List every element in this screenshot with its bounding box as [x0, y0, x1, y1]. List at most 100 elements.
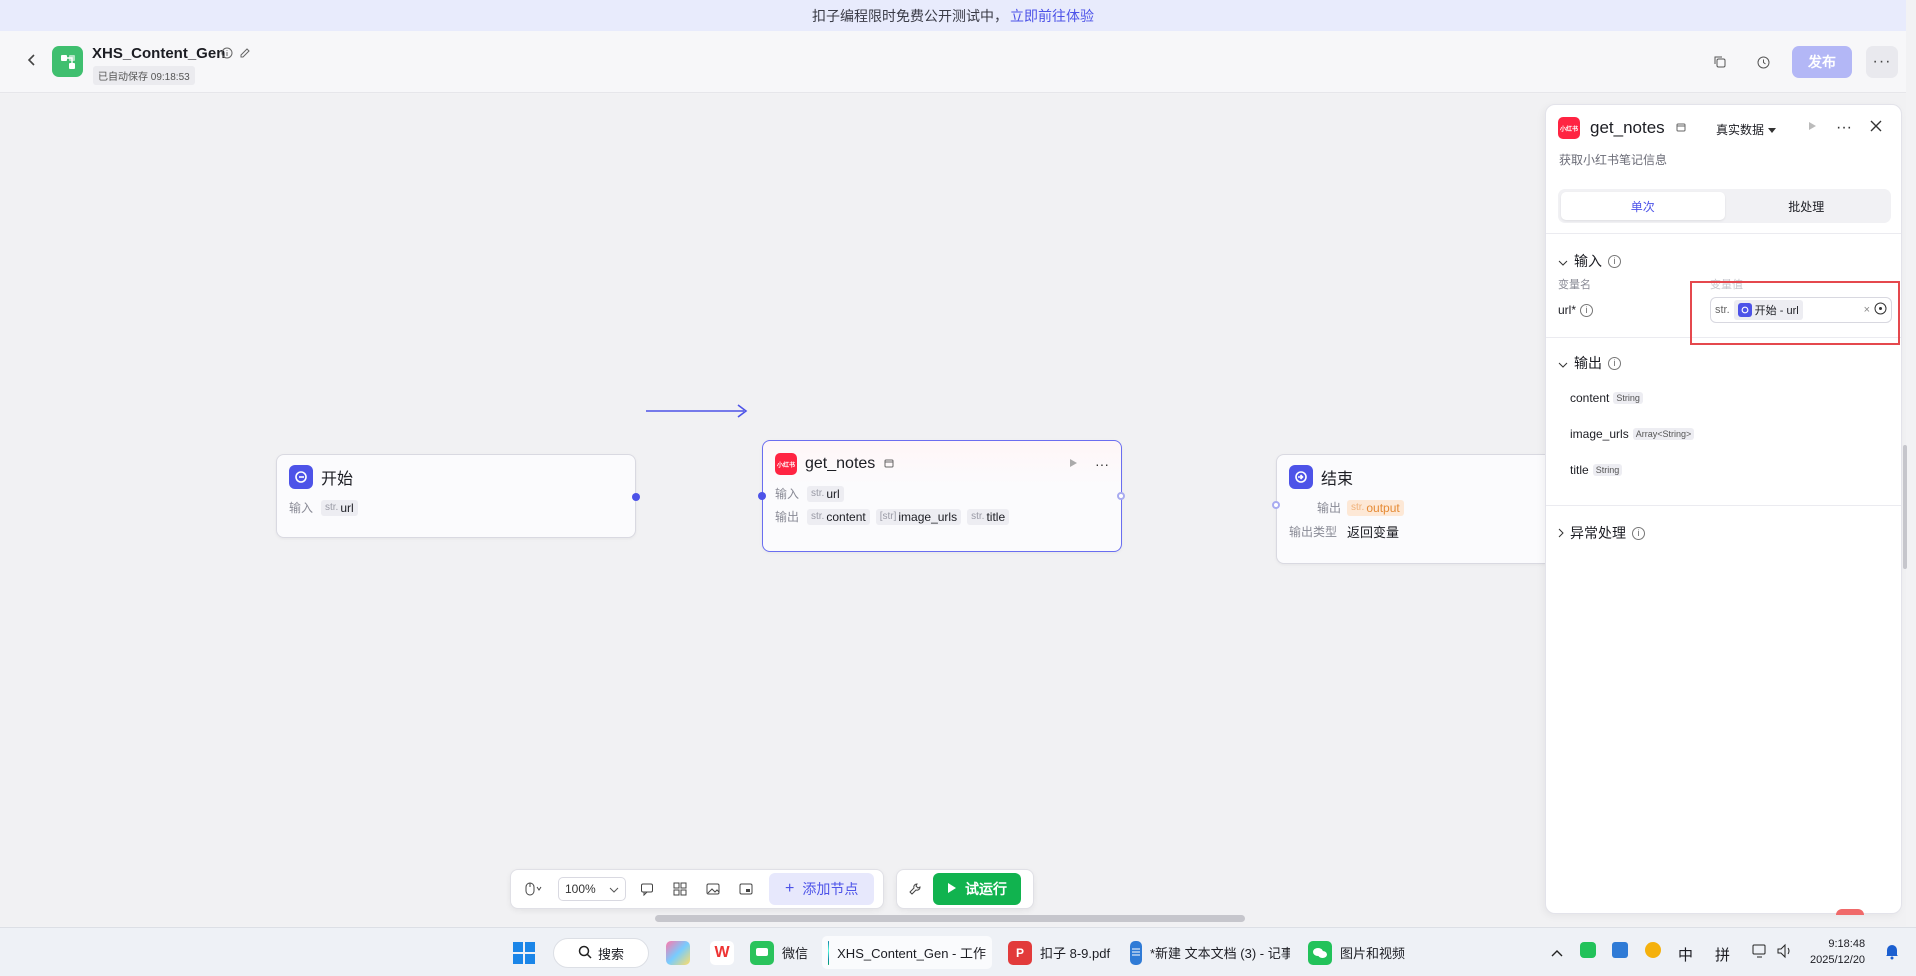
tab-single[interactable]: 单次 [1561, 192, 1725, 220]
banner-link[interactable]: 立即前往体验 [1010, 6, 1094, 26]
get-notes-input-port[interactable] [758, 492, 766, 500]
zoom-select[interactable]: 100% [558, 877, 626, 901]
back-icon[interactable] [22, 51, 42, 71]
taskbar-notepad[interactable]: *新建 文本文档 (3) - 记事 [1124, 936, 1290, 969]
run-toolbar: 试运行 [896, 869, 1034, 909]
highlight-box [1690, 281, 1900, 345]
panel-more-icon[interactable]: ··· [1836, 119, 1852, 137]
start-output-port[interactable] [632, 493, 640, 501]
minimap-icon[interactable] [734, 877, 758, 901]
assistant-avatar[interactable] [1836, 909, 1864, 915]
panel-title: get_notes [1590, 118, 1665, 137]
clock-time: 9:18:48 [1828, 938, 1866, 950]
info-icon[interactable] [221, 47, 233, 62]
pdf-icon: P [1008, 940, 1032, 965]
end-node[interactable]: 结束 输出 str. output 输出类型 返回变量 [1272, 454, 1546, 564]
output-tag-content: str. content [807, 508, 870, 525]
taskbar-label: 微信 [782, 946, 809, 961]
tray-app-icon[interactable] [1612, 942, 1628, 958]
info-icon: i [1632, 526, 1645, 540]
output-type: Array<String> [1632, 428, 1695, 440]
mode-tabs: 单次 批处理 [1558, 189, 1891, 223]
tray-chevron-up-icon[interactable] [1551, 944, 1563, 961]
xiaohongshu-icon: 小红书 [775, 453, 797, 475]
taskbar-wechat-channels[interactable]: 图片和视频 [1302, 936, 1411, 969]
comment-icon[interactable] [635, 877, 659, 901]
system-clock[interactable]: 9:18:48 2025/12/20 [1810, 936, 1865, 968]
autosave-status: 已自动保存 09:18:53 [93, 66, 195, 85]
panel-run-icon[interactable] [1806, 119, 1818, 137]
input-section-header[interactable]: 输入 i [1558, 251, 1621, 271]
tray-wechat-icon[interactable] [1580, 942, 1596, 958]
start-node-icon [289, 465, 313, 489]
promo-banner: 扣子编程限时免费公开测试中， 立即前往体验 [0, 0, 1906, 31]
test-run-button[interactable]: 试运行 [933, 873, 1021, 905]
wechat-icon [1308, 940, 1332, 965]
layout-icon[interactable] [668, 877, 692, 901]
network-icon[interactable] [1752, 943, 1770, 963]
end-output-kind-value: 返回变量 [1347, 525, 1400, 540]
search-icon [578, 945, 592, 962]
start-button[interactable] [506, 936, 542, 969]
info-icon: i [1608, 356, 1621, 370]
panel-xiaohongshu-icon: 小红书 [1558, 117, 1580, 139]
copilot-icon[interactable] [660, 936, 696, 969]
wrench-icon[interactable] [903, 877, 927, 901]
add-node-button[interactable]: + 添加节点 [769, 873, 875, 905]
horizontal-scrollbar[interactable] [655, 915, 1245, 922]
get-notes-node-title: get_notes [805, 455, 876, 472]
chevron-down-icon [609, 882, 619, 896]
panel-description: 获取小红书笔记信息 [1559, 153, 1668, 167]
workflow-title: XHS_Content_Gen [92, 45, 226, 62]
start-input-label: 输入 [289, 501, 314, 515]
get-notes-node[interactable]: 小红书 get_notes ··· 输入 str. url 输出 str. cont… [758, 440, 1125, 552]
play-icon [947, 881, 957, 897]
canvas-toolbar: 100% + 添加节点 [510, 869, 884, 909]
close-icon[interactable] [1870, 119, 1882, 137]
info-icon: i [1608, 254, 1621, 268]
taskbar-search[interactable]: 搜索 [553, 938, 649, 968]
notification-bell-icon[interactable] [1884, 942, 1900, 964]
data-mode-value: 真实数据 [1716, 123, 1765, 137]
plugin-store-icon [883, 457, 895, 472]
node-run-icon[interactable] [1067, 457, 1079, 472]
ime-mode[interactable]: 中 [1678, 944, 1693, 965]
image-icon[interactable] [701, 877, 725, 901]
wps-icon[interactable]: W [704, 936, 740, 969]
edit-icon[interactable] [239, 47, 251, 62]
mouse-mode-icon[interactable] [519, 877, 549, 901]
vertical-scrollbar[interactable] [1903, 445, 1907, 569]
copy-icon[interactable] [1709, 51, 1731, 73]
start-node[interactable]: 开始 输入 str. url [276, 454, 640, 538]
edge-start-to-get-notes [646, 404, 748, 418]
chevron-down-icon [1558, 355, 1568, 371]
error-section-header[interactable]: 异常处理 i [1558, 523, 1645, 543]
notepad-icon [1130, 940, 1142, 965]
more-options-button[interactable]: ··· [1866, 46, 1898, 78]
start-node-title: 开始 [321, 471, 354, 488]
output-tag-image-urls: [str] image_urls [875, 508, 962, 525]
taskbar-pdf[interactable]: P 扣子 8-9.pdf [1002, 936, 1116, 969]
history-icon[interactable] [1752, 51, 1774, 73]
edge-browser-icon [828, 940, 830, 965]
data-mode-select[interactable]: 真实数据 [1716, 121, 1777, 138]
taskbar-wechat-chat[interactable]: 微信 [744, 936, 814, 969]
tab-batch[interactable]: 批处理 [1725, 192, 1889, 220]
output-section-header[interactable]: 输出 i [1558, 353, 1621, 373]
end-input-port[interactable] [1272, 501, 1280, 509]
col-variable-name: 变量名 [1558, 279, 1591, 291]
chevron-right-icon [1558, 525, 1564, 541]
add-node-label: 添加节点 [802, 881, 859, 897]
node-more-icon[interactable]: ··· [1095, 456, 1109, 472]
get-notes-output-port[interactable] [1117, 492, 1125, 500]
output-name: content [1570, 391, 1610, 405]
tray-vpn-icon[interactable] [1645, 942, 1661, 958]
ime-pinyin[interactable]: 拼 [1715, 944, 1730, 965]
taskbar-label: 图片和视频 [1340, 946, 1406, 961]
url-label-text: url* [1558, 303, 1577, 317]
volume-icon[interactable] [1776, 943, 1794, 963]
publish-button[interactable]: 发布 [1792, 46, 1852, 78]
end-node-icon [1289, 465, 1313, 489]
taskbar-edge[interactable]: XHS_Content_Gen - 工作 [822, 936, 992, 969]
windows-taskbar: 搜索 W 微信 XHS_Content_Gen - 工作 P 扣子 8-9.pd… [0, 927, 1916, 976]
